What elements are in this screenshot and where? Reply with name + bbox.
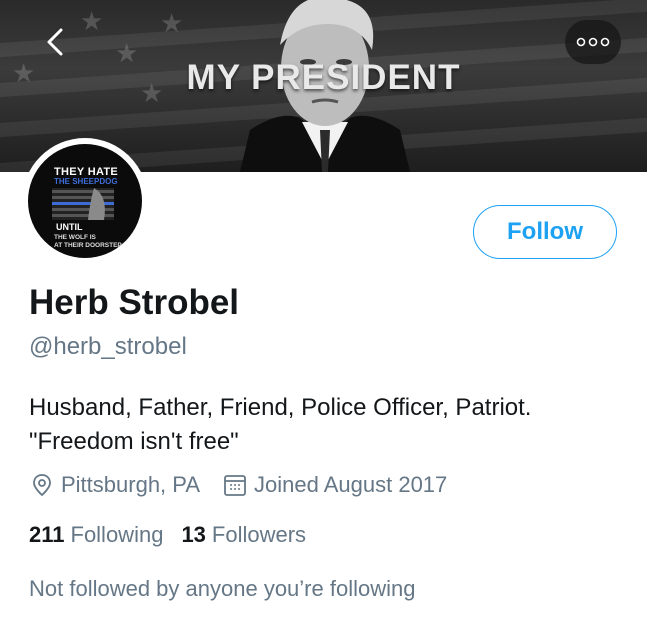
bio-line: Husband, Father, Friend, Police Officer,… xyxy=(29,394,532,421)
profile-name: Herb Strobel xyxy=(29,283,240,322)
profile-location: Pittsburgh, PA xyxy=(61,472,200,497)
profile-joined-date: Joined August 2017 xyxy=(254,472,448,497)
star-icon: ★ xyxy=(160,8,184,38)
star-icon: ★ xyxy=(80,6,104,36)
calendar-icon xyxy=(222,472,248,498)
more-icon xyxy=(576,37,610,47)
location-icon xyxy=(29,472,55,498)
profile-meta: Pittsburgh, PA Joined August 2017 xyxy=(29,472,447,498)
more-options-button[interactable] xyxy=(565,20,621,64)
profile-bio: Husband, Father, Friend, Police Officer,… xyxy=(29,391,629,459)
avatar[interactable]: THEY HATE THE SHEEPDOG UNTIL THE WOLF IS… xyxy=(22,138,148,264)
followers-link[interactable]: 13 Followers xyxy=(181,522,306,548)
followers-count: 13 xyxy=(181,522,206,547)
avatar-text: THE SHEEPDOG xyxy=(54,177,118,186)
following-count: 211 xyxy=(29,522,65,547)
avatar-text: UNTIL xyxy=(56,222,83,232)
social-context-text: Not followed by anyone you’re following xyxy=(29,576,416,601)
following-link[interactable]: 211 Following xyxy=(29,522,163,548)
back-button[interactable] xyxy=(36,22,76,62)
bio-line: "Freedom isn't free" xyxy=(29,428,239,455)
avatar-image: THEY HATE THE SHEEPDOG UNTIL THE WOLF IS… xyxy=(28,144,142,258)
banner-title: MY PRESIDENT xyxy=(186,58,461,97)
profile-handle: @herb_strobel xyxy=(29,333,187,360)
following-label: Following xyxy=(70,522,164,547)
follow-button[interactable]: Follow xyxy=(473,205,617,259)
avatar-text: THE WOLF IS AT THEIR DOORSTEP xyxy=(54,234,122,249)
profile-stats: 211 Following 13 Followers xyxy=(29,522,306,548)
chevron-left-icon xyxy=(47,28,63,56)
followers-label: Followers xyxy=(211,522,307,547)
